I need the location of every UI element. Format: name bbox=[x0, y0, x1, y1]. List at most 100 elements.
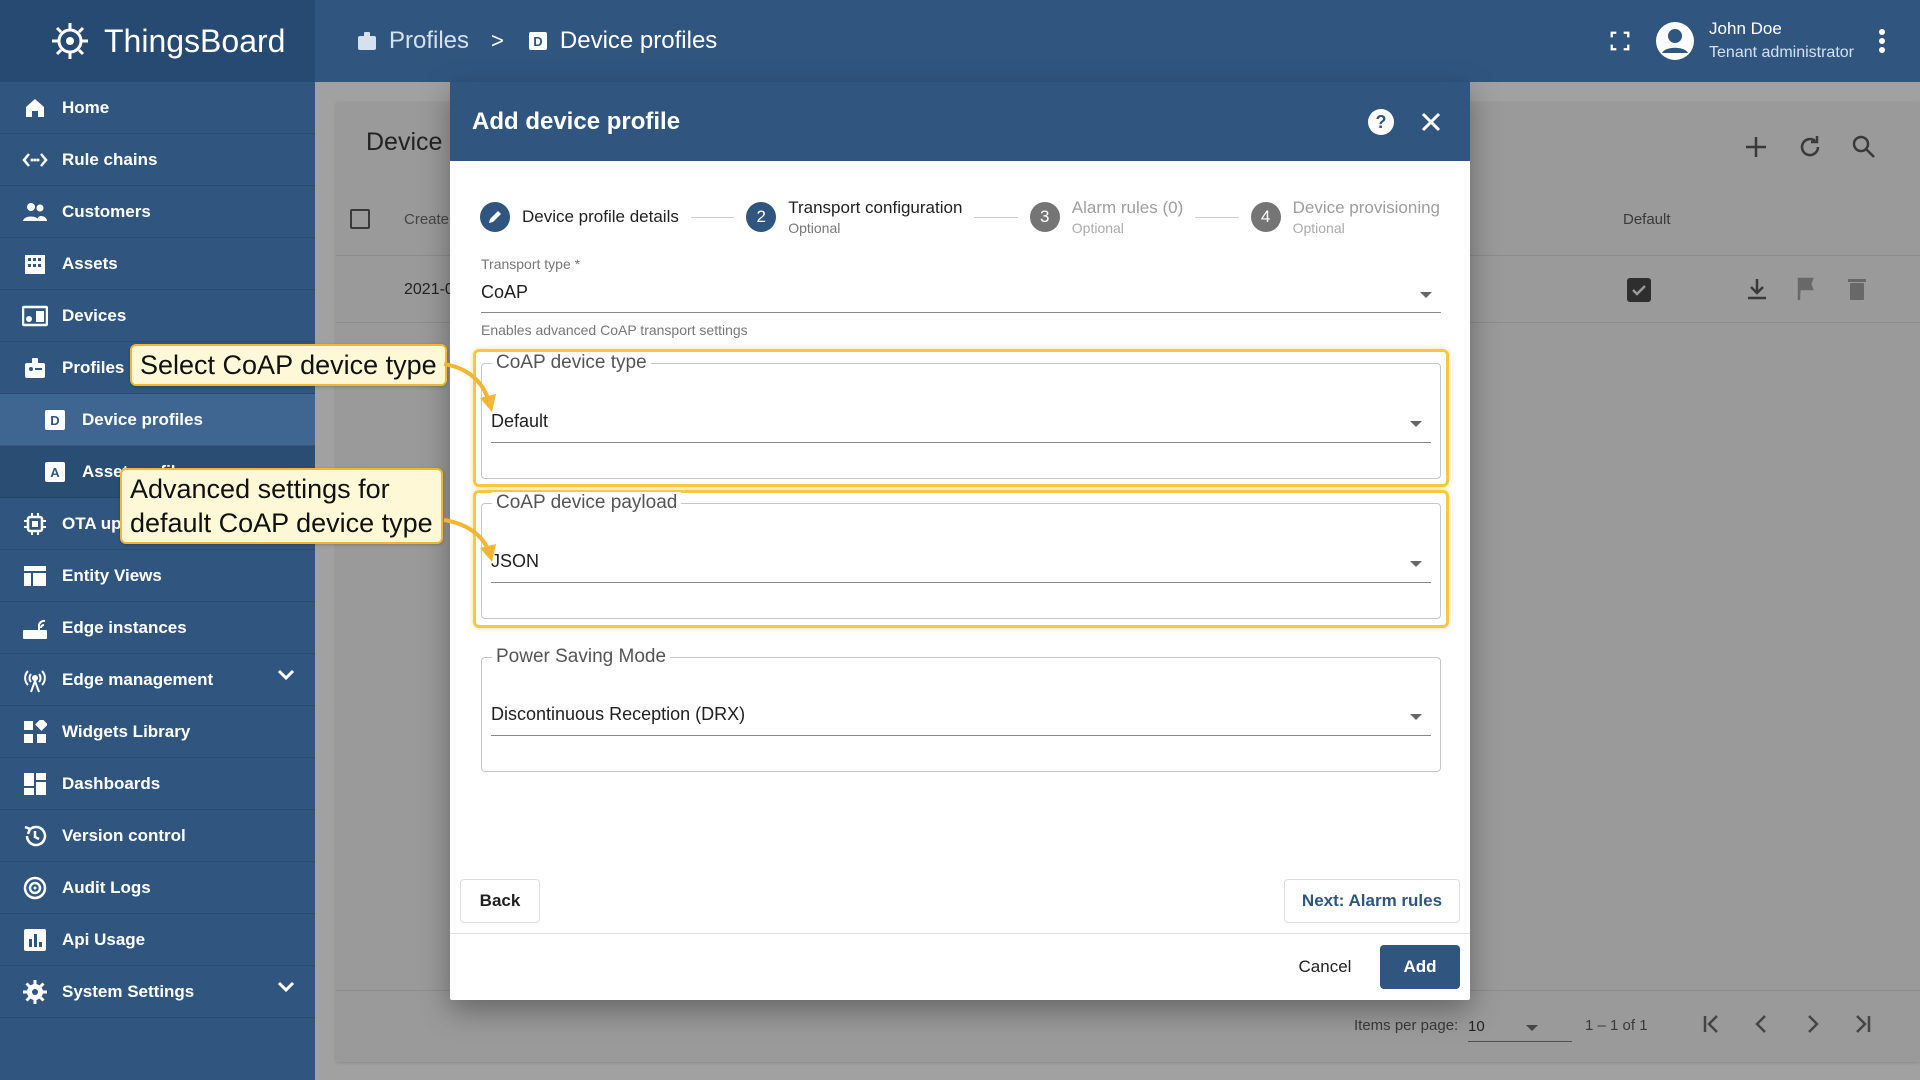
sidebar-item-entity-views[interactable]: Entity Views bbox=[0, 550, 315, 602]
step-connector bbox=[1195, 216, 1239, 218]
power-saving-mode-select[interactable]: Discontinuous Reception (DRX) bbox=[491, 704, 745, 725]
rule-chains-icon bbox=[22, 152, 48, 167]
dialog-actions-divider bbox=[450, 933, 1470, 934]
chevron-down-icon[interactable] bbox=[277, 980, 295, 994]
svg-text:D: D bbox=[50, 413, 59, 428]
step-number: 4 bbox=[1250, 202, 1281, 232]
assets-icon bbox=[25, 254, 45, 274]
breadcrumb-separator: > bbox=[491, 28, 504, 53]
device-profile-icon: D bbox=[528, 32, 547, 50]
fullscreen-icon[interactable] bbox=[1609, 30, 1631, 52]
entity-views-icon bbox=[24, 565, 46, 586]
sidebar-item-rule-chains[interactable]: Rule chains bbox=[0, 134, 315, 186]
dialog-header: Add device profile ? bbox=[450, 82, 1470, 161]
svg-text:?: ? bbox=[1376, 112, 1387, 132]
coap-device-type-group: CoAP device type bbox=[481, 352, 1441, 479]
transport-type-select[interactable]: CoAP bbox=[481, 282, 528, 303]
stepper: Device profile details 2 Transport confi… bbox=[480, 192, 1440, 242]
transport-type-label: Transport type * bbox=[481, 256, 581, 272]
step-connector bbox=[974, 216, 1018, 218]
add-button[interactable]: Add bbox=[1380, 945, 1460, 989]
transport-type-hint: Enables advanced CoAP transport settings bbox=[481, 322, 748, 338]
add-device-profile-dialog: Add device profile ? Device profile deta… bbox=[450, 82, 1470, 1000]
profiles-icon bbox=[25, 357, 45, 378]
sidebar-item-api-usage[interactable]: Api Usage bbox=[0, 914, 315, 966]
sidebar-item-edge-instances[interactable]: Edge instances bbox=[0, 602, 315, 654]
help-icon: ? bbox=[1368, 108, 1394, 135]
sidebar-item-version-control[interactable]: Version control bbox=[0, 810, 315, 862]
sidebar-item-edge-management[interactable]: Edge management bbox=[0, 654, 315, 706]
coap-device-payload-underline bbox=[491, 582, 1431, 583]
callout-select-device-type: Select CoAP device type bbox=[130, 344, 447, 386]
sidebar-item-home[interactable]: Home bbox=[0, 82, 315, 134]
user-menu[interactable]: John Doe Tenant administrator bbox=[1655, 17, 1854, 65]
sidebar-item-assets[interactable]: Assets bbox=[0, 238, 315, 290]
devices-icon bbox=[22, 305, 48, 326]
callout-arrow-advanced-settings bbox=[443, 518, 496, 562]
app-name: ThingsBoard bbox=[104, 22, 286, 59]
sidebar-item-customers[interactable]: Customers bbox=[0, 186, 315, 238]
ota-icon bbox=[24, 512, 46, 535]
sidebar-item-widgets-library[interactable]: Widgets Library bbox=[0, 706, 315, 758]
coap-device-payload-legend: CoAP device payload bbox=[492, 492, 682, 514]
chevron-down-icon[interactable] bbox=[1410, 561, 1422, 567]
edge-instances-icon bbox=[23, 619, 47, 639]
api-usage-icon bbox=[24, 928, 46, 951]
settings-icon bbox=[23, 979, 47, 1004]
close-icon bbox=[1421, 112, 1441, 131]
widgets-icon bbox=[24, 719, 47, 743]
callout-advanced-settings: Advanced settings for default CoAP devic… bbox=[120, 468, 443, 544]
home-icon bbox=[26, 98, 44, 117]
step-number: 3 bbox=[1029, 202, 1060, 232]
close-button[interactable] bbox=[1414, 105, 1448, 139]
asset-profile-icon: A bbox=[45, 461, 65, 482]
more-vert-icon[interactable] bbox=[1878, 28, 1886, 54]
edit-icon bbox=[480, 202, 510, 232]
chevron-down-icon[interactable] bbox=[1420, 292, 1432, 298]
app-logo[interactable]: ThingsBoard bbox=[0, 0, 315, 82]
chevron-down-icon[interactable] bbox=[277, 668, 295, 682]
avatar bbox=[1656, 22, 1695, 60]
chevron-down-icon[interactable] bbox=[1410, 421, 1422, 427]
user-name: John Doe bbox=[1709, 19, 1782, 38]
version-control-icon bbox=[24, 825, 47, 846]
step-transport-configuration[interactable]: 2 Transport configuration Optional bbox=[746, 198, 962, 236]
svg-text:A: A bbox=[50, 465, 60, 480]
coap-device-type-legend: CoAP device type bbox=[492, 352, 651, 374]
help-button[interactable]: ? bbox=[1364, 105, 1398, 139]
customers-icon bbox=[23, 202, 47, 221]
chevron-down-icon[interactable] bbox=[1410, 714, 1422, 720]
user-role: Tenant administrator bbox=[1709, 44, 1854, 61]
device-profile-icon: D bbox=[45, 409, 65, 430]
dialog-title: Add device profile bbox=[472, 107, 681, 135]
transport-type-underline bbox=[481, 312, 1441, 313]
step-alarm-rules[interactable]: 3 Alarm rules (0) Optional bbox=[1029, 198, 1183, 236]
step-device-profile-details[interactable]: Device profile details bbox=[480, 202, 679, 232]
sidebar-item-device-profiles[interactable]: D Device profiles bbox=[0, 394, 315, 446]
dashboards-icon bbox=[24, 772, 46, 795]
breadcrumb-device-profiles: D Device profiles bbox=[526, 27, 717, 55]
audit-logs-icon bbox=[23, 876, 47, 899]
next-alarm-rules-button[interactable]: Next: Alarm rules bbox=[1284, 879, 1460, 923]
sidebar-item-audit-logs[interactable]: Audit Logs bbox=[0, 862, 315, 914]
step-number: 2 bbox=[746, 202, 777, 232]
coap-device-type-underline bbox=[491, 442, 1431, 443]
back-button[interactable]: Back bbox=[460, 879, 540, 923]
sidebar-item-devices[interactable]: Devices bbox=[0, 290, 315, 342]
edge-management-icon bbox=[24, 669, 46, 692]
sidebar: Home Rule chains Customers Assets Device… bbox=[0, 82, 315, 1080]
callout-arrow-device-type bbox=[443, 362, 496, 412]
breadcrumb-profiles[interactable]: Profiles bbox=[355, 27, 469, 55]
power-saving-mode-legend: Power Saving Mode bbox=[492, 646, 671, 668]
svg-text:D: D bbox=[533, 34, 542, 49]
sidebar-item-dashboards[interactable]: Dashboards bbox=[0, 758, 315, 810]
sidebar-item-system-settings[interactable]: System Settings bbox=[0, 966, 315, 1018]
cancel-button[interactable]: Cancel bbox=[1280, 945, 1370, 989]
top-bar: ThingsBoard Profiles > D Device profiles… bbox=[0, 0, 1920, 82]
step-device-provisioning[interactable]: 4 Device provisioning Optional bbox=[1250, 198, 1440, 236]
power-saving-mode-underline bbox=[491, 735, 1431, 736]
thingsboard-logo-icon bbox=[52, 23, 88, 59]
breadcrumb: Profiles > D Device profiles bbox=[315, 27, 717, 55]
step-connector bbox=[690, 216, 735, 218]
profiles-icon bbox=[358, 32, 376, 50]
